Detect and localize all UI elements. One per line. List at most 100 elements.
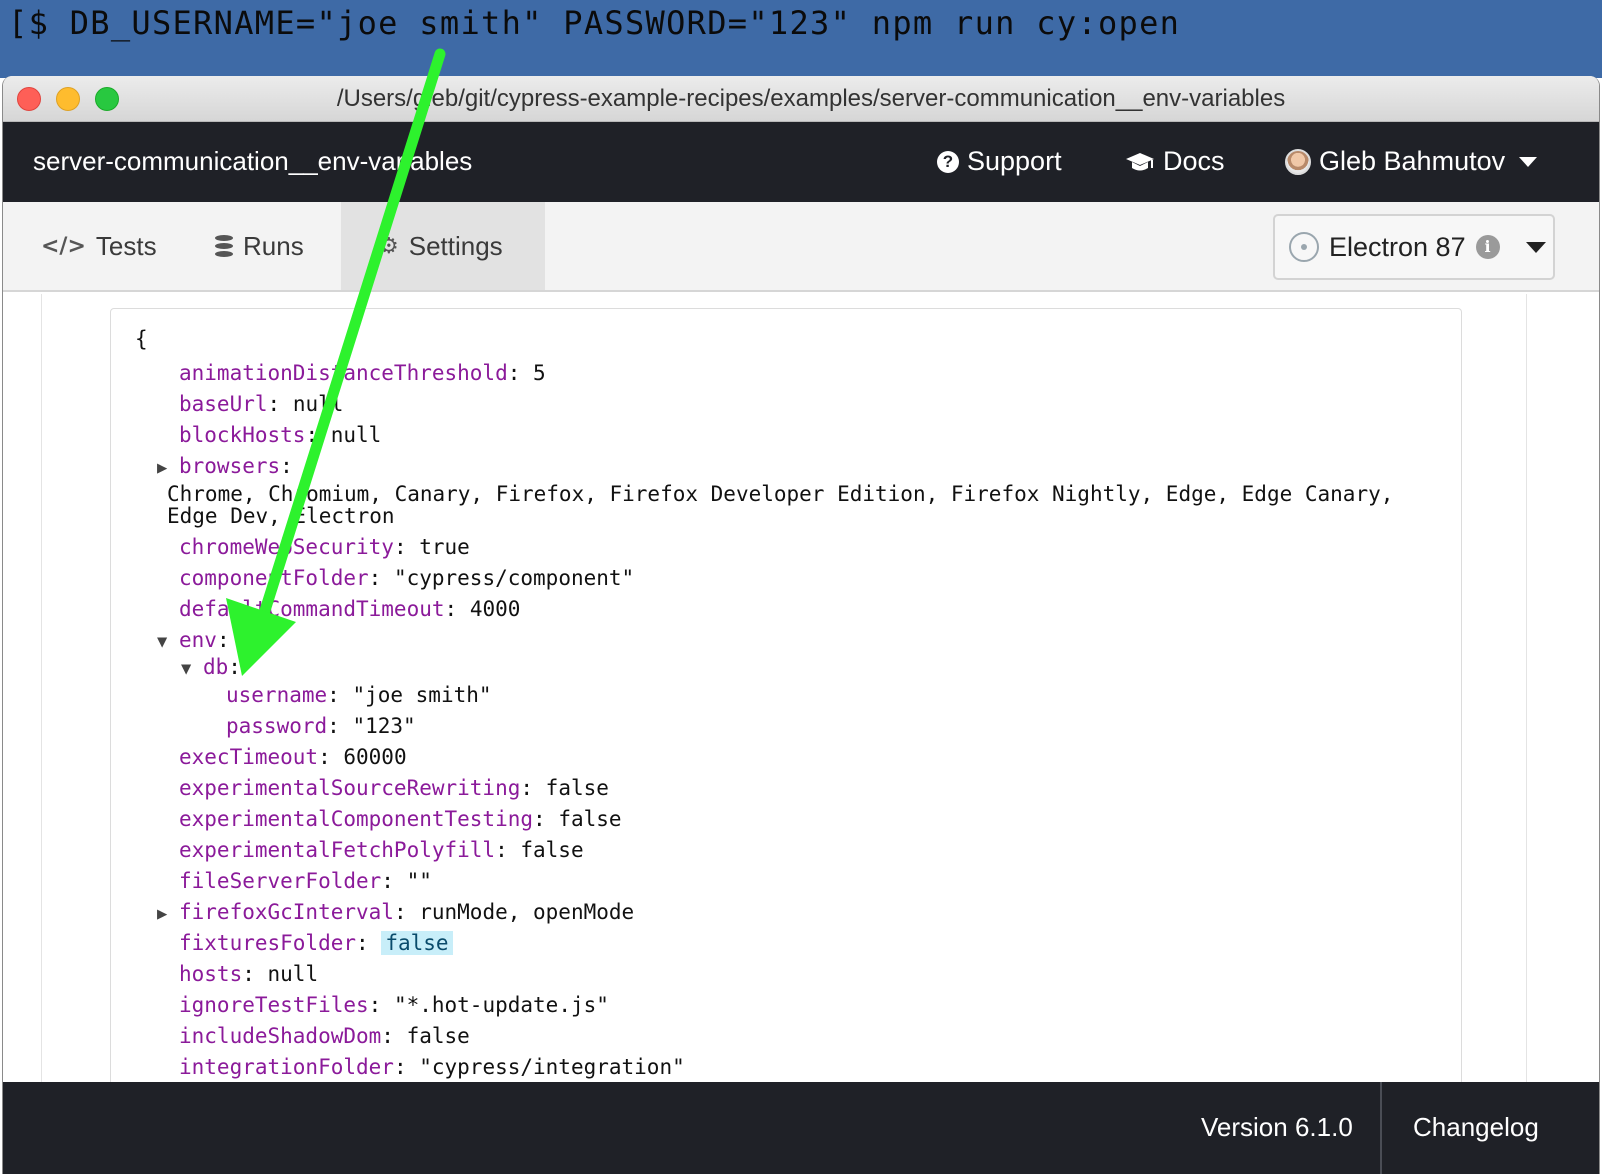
config-row: integrationFolder: "cypress/integration" — [179, 1055, 685, 1079]
config-value: "cypress/integration" — [419, 1055, 685, 1079]
config-value-highlighted: false — [381, 931, 453, 955]
settings-content[interactable]: { animationDistanceThreshold: 5 baseUrl:… — [41, 294, 1527, 1174]
config-value-line: Edge Dev, Electron — [167, 504, 395, 528]
avatar — [1285, 148, 1311, 175]
graduation-cap-icon — [1126, 152, 1154, 170]
config-row: execTimeout: 60000 — [179, 745, 407, 769]
tab-tests[interactable]: </> Tests — [41, 202, 157, 290]
config-value: true — [419, 535, 470, 559]
config-key: fixturesFolder — [179, 931, 357, 955]
config-value: runMode, openMode — [419, 900, 635, 924]
config-key: fileServerFolder — [179, 869, 382, 893]
config-row: animationDistanceThreshold: 5 — [179, 361, 546, 385]
collapse-triangle-icon: ▼ — [157, 632, 168, 652]
tab-bar: </> Tests Runs ⚙ Settings Electron 87 i — [3, 202, 1599, 292]
configuration-panel: { animationDistanceThreshold: 5 baseUrl:… — [110, 308, 1462, 1174]
config-value: null — [292, 392, 344, 416]
changelog-link[interactable]: Changelog — [1413, 1112, 1539, 1143]
footer-divider — [1380, 1082, 1382, 1174]
config-value: false — [406, 1024, 470, 1048]
expand-triangle-icon: ▶ — [157, 458, 168, 478]
version-label[interactable]: Version 6.1.0 — [1201, 1112, 1353, 1143]
gear-icon: ⚙ — [379, 233, 399, 259]
config-row: hosts: null — [179, 962, 319, 986]
tab-label: Runs — [243, 230, 304, 261]
code-icon: </> — [41, 233, 86, 259]
config-row: fixturesFolder: false — [179, 931, 453, 955]
config-row: experimentalComponentTesting: false — [179, 807, 622, 831]
terminal-command: [$ DB_USERNAME="joe smith" PASSWORD="123… — [8, 4, 1181, 42]
terminal-window: [$ DB_USERNAME="joe smith" PASSWORD="123… — [0, 0, 1602, 78]
config-value: "joe smith" — [352, 683, 492, 707]
tab-label: Tests — [95, 230, 157, 261]
chevron-down-icon — [1519, 156, 1538, 167]
top-navbar: server-communication__env-variables ? Su… — [3, 122, 1599, 202]
config-row-expandable[interactable]: ▼ env: — [157, 628, 230, 652]
config-row: chromeWebSecurity: true — [179, 535, 470, 559]
open-brace: { — [135, 327, 148, 351]
config-key: firefoxGcInterval — [179, 900, 394, 924]
support-link[interactable]: ? Support — [937, 146, 1062, 177]
config-value: 5 — [533, 361, 546, 385]
footer-bar: Version 6.1.0 Changelog — [3, 1082, 1599, 1174]
config-key: baseUrl — [179, 392, 268, 416]
database-icon — [215, 235, 233, 257]
config-row-expandable[interactable]: ▶ firefoxGcInterval: runMode, openMode — [157, 900, 634, 924]
user-name: Gleb Bahmutov — [1319, 146, 1506, 176]
config-key: db — [203, 655, 229, 679]
config-row: experimentalFetchPolyfill: false — [179, 838, 584, 862]
config-value: false — [558, 807, 622, 831]
window-title: /Users/gleb/git/cypress-example-recipes/… — [336, 85, 1286, 112]
config-value: null — [267, 962, 319, 986]
config-key: componentFolder — [179, 566, 369, 590]
chevron-down-icon — [1525, 241, 1546, 253]
config-key: experimentalFetchPolyfill — [179, 838, 496, 862]
config-key: execTimeout — [179, 745, 319, 769]
selected-browser: Electron 87 — [1329, 231, 1466, 262]
config-row-expandable[interactable]: ▶ browsers: — [157, 454, 293, 478]
config-row: blockHosts: null — [179, 423, 382, 447]
config-value: false — [545, 776, 609, 800]
config-value: "123" — [352, 714, 416, 738]
config-row: password: "123" — [226, 714, 416, 738]
browser-dropdown[interactable]: Electron 87 i — [1273, 214, 1555, 280]
expand-triangle-icon: ▶ — [157, 904, 168, 924]
config-value: 60000 — [343, 745, 407, 769]
cypress-app-window: /Users/gleb/git/cypress-example-recipes/… — [2, 76, 1600, 1174]
window-titlebar[interactable]: /Users/gleb/git/cypress-example-recipes/… — [3, 76, 1599, 122]
config-row: componentFolder: "cypress/component" — [179, 566, 635, 590]
config-key: animationDistanceThreshold — [179, 361, 508, 385]
config-key: defaultCommandTimeout — [179, 597, 445, 621]
config-key: integrationFolder — [179, 1055, 394, 1079]
config-key: ignoreTestFiles — [179, 993, 369, 1017]
config-value: "" — [406, 869, 432, 893]
config-key: blockHosts — [179, 423, 306, 447]
docs-label: Docs — [1163, 146, 1225, 176]
config-row: ignoreTestFiles: "*.hot-update.js" — [179, 993, 609, 1017]
config-key: browsers — [179, 454, 281, 478]
info-icon[interactable]: i — [1475, 235, 1500, 259]
tab-label: Settings — [408, 230, 503, 261]
config-row: defaultCommandTimeout: 4000 — [179, 597, 521, 621]
config-value: "cypress/component" — [393, 566, 635, 590]
config-key: experimentalComponentTesting — [179, 807, 534, 831]
project-name: server-communication__env-variables — [33, 146, 473, 176]
config-row-expandable[interactable]: ▼ db: — [181, 655, 241, 679]
config-key: env — [179, 628, 217, 652]
user-menu[interactable]: Gleb Bahmutov — [1285, 146, 1538, 177]
config-key: password — [226, 714, 328, 738]
config-row: experimentalSourceRewriting: false — [179, 776, 609, 800]
tab-runs[interactable]: Runs — [215, 202, 304, 290]
config-value-line: Chrome, Chromium, Canary, Firefox, Firef… — [167, 482, 1394, 506]
config-key: chromeWebSecurity — [179, 535, 394, 559]
config-key: experimentalSourceRewriting — [179, 776, 521, 800]
config-row: includeShadowDom: false — [179, 1024, 470, 1048]
docs-link[interactable]: Docs — [1125, 146, 1225, 177]
config-key: username — [226, 683, 328, 707]
config-key: hosts — [179, 962, 243, 986]
tab-settings[interactable]: ⚙ Settings — [341, 202, 545, 290]
config-row: fileServerFolder: "" — [179, 869, 432, 893]
config-value: "*.hot-update.js" — [393, 993, 609, 1017]
electron-icon — [1289, 232, 1319, 262]
question-circle-icon: ? — [937, 150, 959, 173]
